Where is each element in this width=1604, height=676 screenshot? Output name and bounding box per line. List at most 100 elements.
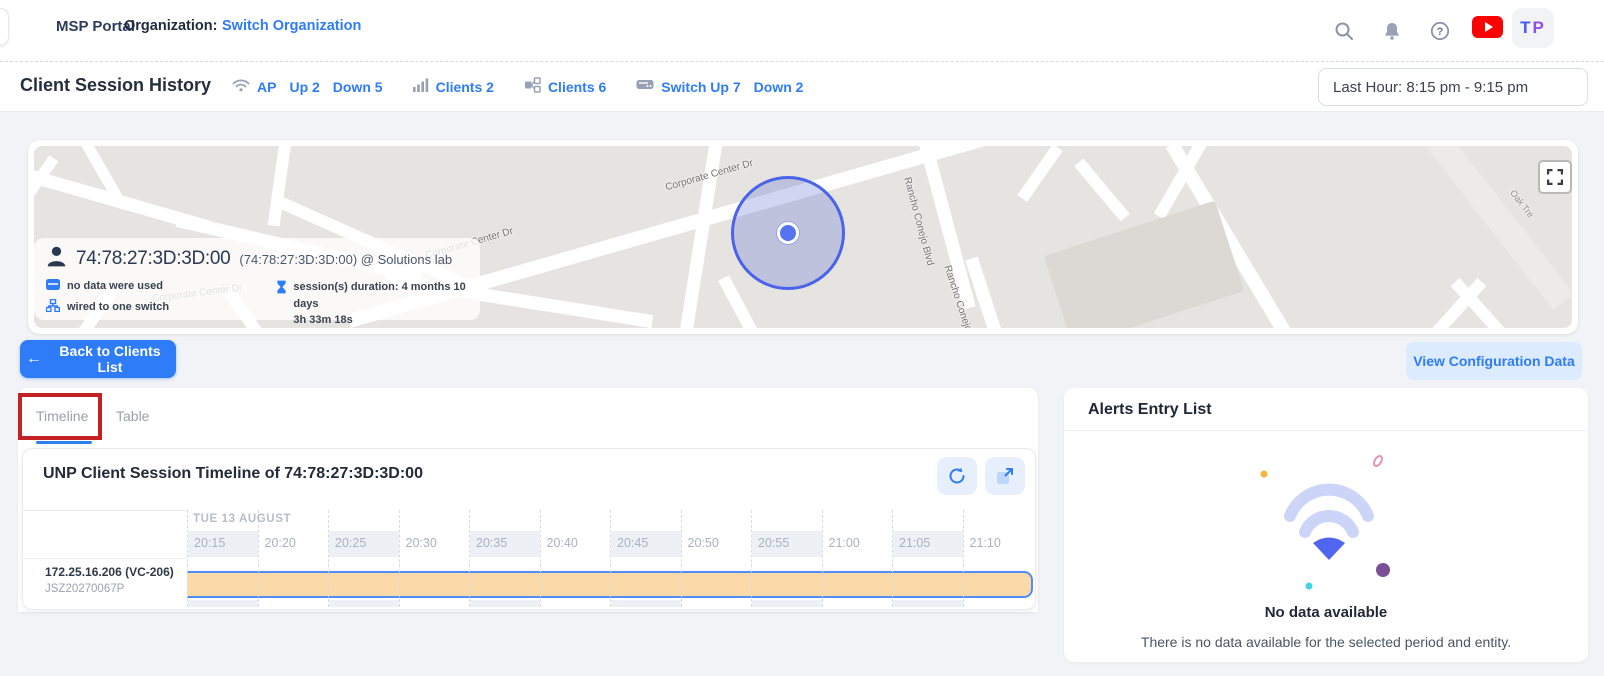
- stat-wireless-clients-label[interactable]: Clients 2: [436, 79, 494, 95]
- wifi-icon: [232, 78, 250, 97]
- page-title: Client Session History: [20, 75, 211, 96]
- map-fullscreen-button[interactable]: [1538, 160, 1572, 194]
- timeline-column: 20:30: [399, 510, 470, 607]
- data-usage-icon: [46, 279, 60, 293]
- time-tick-label: 20:35: [470, 531, 540, 557]
- timeline-band: [893, 557, 963, 571]
- page-header: Client Session History AP Up 2 Down 5 Cl…: [0, 62, 1604, 112]
- timeline-band: [470, 557, 540, 571]
- stat-switch-up[interactable]: Switch Up 7: [661, 79, 740, 95]
- organization-link[interactable]: Switch Organization: [222, 18, 361, 34]
- hourglass-icon: [276, 280, 287, 328]
- organization-label: Organization:: [124, 18, 217, 34]
- time-tick-label: 20:45: [611, 531, 681, 557]
- fullscreen-icon: [1547, 169, 1563, 185]
- timeline-band: [682, 510, 752, 531]
- time-range-selector[interactable]: Last Hour: 8:15 pm - 9:15 pm: [1318, 68, 1588, 106]
- session-duration-line2: 3h 33m 18s: [293, 314, 352, 326]
- wifi-wedge: [1313, 538, 1345, 561]
- timeline-band: [329, 510, 399, 531]
- youtube-icon[interactable]: [1472, 16, 1503, 38]
- timeline-band: [823, 600, 893, 607]
- tab-table[interactable]: Table: [116, 408, 149, 424]
- session-duration-line1: session(s) duration: 4 months 10 days: [293, 281, 465, 310]
- dot-yellow: [1261, 471, 1268, 478]
- timeline-band: [893, 510, 963, 531]
- refresh-button[interactable]: [937, 457, 977, 495]
- top-app-bar: MSP Portal Organization: Switch Organiza…: [0, 0, 1604, 62]
- timeline-title: UNP Client Session Timeline of 74:78:27:…: [43, 465, 423, 483]
- timeline-band: [964, 557, 1034, 571]
- timeline-band: [188, 571, 258, 600]
- dot-pink: [1372, 455, 1383, 468]
- timeline-band: [400, 571, 470, 600]
- timeline-column: 21:05: [892, 510, 963, 607]
- svg-text:?: ?: [1437, 26, 1444, 38]
- user-avatar[interactable]: T P: [1512, 8, 1554, 48]
- youtube-play-glyph: [1485, 22, 1493, 32]
- map-canvas[interactable]: Corporate Center Dr Corporate Center Dr …: [34, 146, 1572, 328]
- time-tick-label: 21:10: [964, 531, 1034, 557]
- timeline-band: [752, 557, 822, 571]
- stat-switch-down[interactable]: Down 2: [754, 79, 804, 95]
- timeline-column: 20:25: [328, 510, 399, 607]
- device-stats-row: AP Up 2 Down 5 Clients 2 Clients 6 Switc…: [232, 62, 809, 112]
- timeline-band: [541, 510, 611, 531]
- stat-ap-up[interactable]: Up 2: [289, 79, 319, 95]
- timeline-column: 20:50: [681, 510, 752, 607]
- timeline-band: [611, 600, 681, 607]
- sidebar-edge-handle[interactable]: [0, 8, 9, 46]
- back-arrow-icon: ←: [26, 350, 42, 368]
- timeline-band: [893, 600, 963, 607]
- view-configuration-button[interactable]: View Configuration Data: [1406, 342, 1582, 380]
- tab-timeline[interactable]: Timeline: [36, 408, 88, 424]
- timeline-band: [752, 600, 822, 607]
- timeline-band: [541, 557, 611, 571]
- time-tick-label: 21:05: [893, 531, 963, 557]
- timeline-band: [400, 510, 470, 531]
- client-location-subtitle: (74:78:27:3D:3D:00) @ Solutions lab: [239, 252, 452, 267]
- time-tick-label: 20:30: [400, 531, 470, 557]
- switch-icon: [636, 78, 654, 96]
- time-tick-label: 20:55: [752, 531, 822, 557]
- stat-wired-clients-label[interactable]: Clients 6: [548, 79, 606, 95]
- no-data-illustration: [1244, 446, 1414, 596]
- search-icon[interactable]: [1328, 15, 1360, 47]
- timeline-band: [259, 557, 329, 571]
- no-data-message: There is no data available for the selec…: [1064, 634, 1588, 650]
- timeline-band: [682, 557, 752, 571]
- back-to-clients-label: Back to Clients List: [50, 343, 170, 375]
- device-serial: JSZ20270067P: [45, 583, 124, 595]
- timeline-band: [752, 510, 822, 531]
- stat-ap-down[interactable]: Down 5: [333, 79, 383, 95]
- time-tick-label: 20:20: [259, 531, 329, 557]
- timeline-band: [329, 571, 399, 600]
- active-tab-indicator: [36, 441, 92, 444]
- dot-cyan: [1306, 583, 1313, 590]
- timeline-column: 21:10: [963, 510, 1034, 607]
- timeline-band: [188, 557, 258, 571]
- view-configuration-label: View Configuration Data: [1413, 353, 1575, 369]
- stat-wired-clients: Clients 6: [524, 77, 612, 98]
- timeline-band: [470, 600, 540, 607]
- stat-ap-label[interactable]: AP: [257, 79, 276, 95]
- timeline-band: [964, 571, 1034, 600]
- external-link-icon: [995, 466, 1015, 486]
- timeline-grid: 20:1520:2020:2520:3020:3520:4020:4520:50…: [187, 510, 1033, 607]
- timeline-band: [893, 571, 963, 600]
- map-road: [1017, 146, 1062, 202]
- timeline-band: [259, 571, 329, 600]
- device-label[interactable]: 172.25.16.206 (VC-206): [45, 565, 174, 579]
- no-data-title: No data available: [1064, 604, 1588, 621]
- stat-wireless-clients: Clients 2: [413, 78, 500, 97]
- back-to-clients-button[interactable]: ← Back to Clients List: [20, 340, 176, 378]
- help-icon[interactable]: ?: [1424, 15, 1456, 47]
- client-location-marker[interactable]: [777, 222, 799, 244]
- timeline-band: [188, 600, 258, 607]
- notifications-bell-icon[interactable]: [1376, 15, 1408, 47]
- client-location-map-card: Corporate Center Dr Corporate Center Dr …: [28, 140, 1578, 334]
- open-in-new-button[interactable]: [985, 457, 1025, 495]
- timeline-band: [329, 557, 399, 571]
- timeline-band: [823, 510, 893, 531]
- network-nodes-icon: [524, 77, 541, 98]
